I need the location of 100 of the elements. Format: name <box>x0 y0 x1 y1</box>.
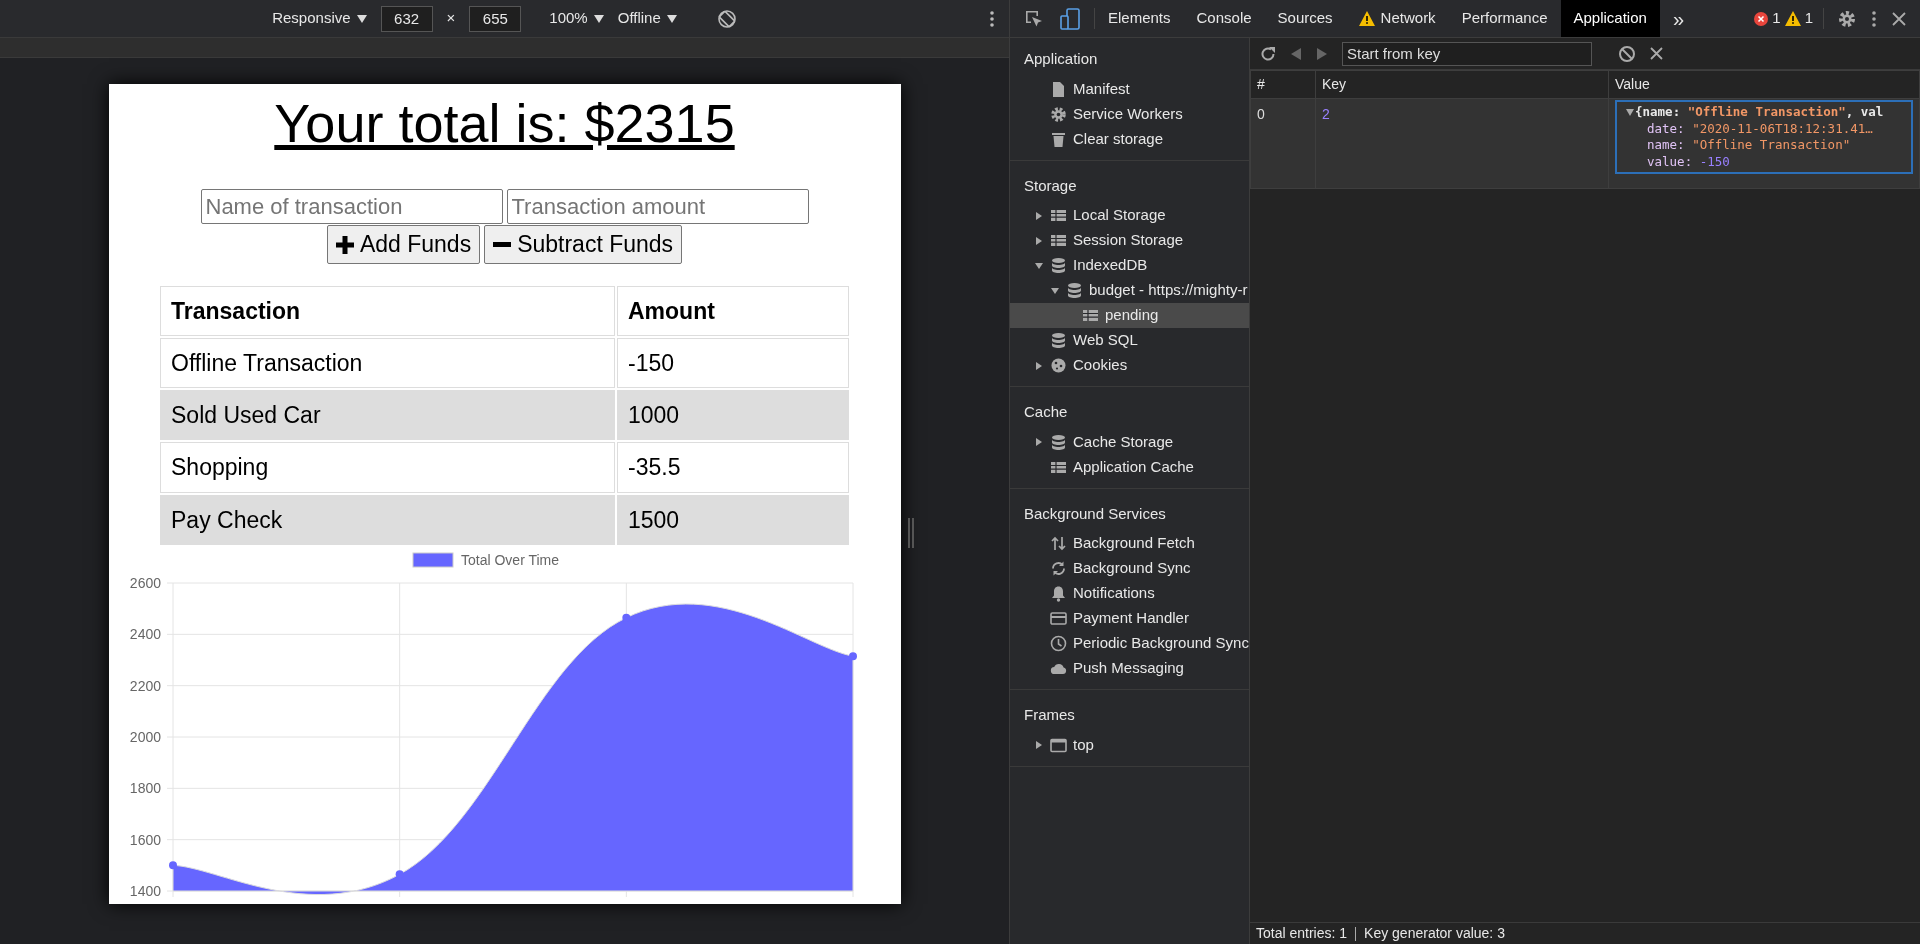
more-options-icon[interactable] <box>1872 10 1876 27</box>
up-down-arrows-icon <box>1050 535 1067 552</box>
sidebar-item[interactable]: Local Storage <box>1010 203 1249 228</box>
column-header: Transaction <box>160 285 615 337</box>
table-icon <box>1050 207 1067 224</box>
expanded-arrow-icon[interactable] <box>1625 107 1635 117</box>
transaction-amount-field[interactable]: Transaction amount <box>506 189 809 225</box>
object-field: value: -150 <box>1625 153 1903 170</box>
warning-icon <box>1784 11 1801 26</box>
expanded-arrow-icon[interactable] <box>1034 260 1044 271</box>
devtools-tab[interactable]: Elements <box>1095 0 1184 37</box>
object-summary[interactable]: {name: "Offline Transaction", val <box>1625 104 1903 121</box>
sidebar-item[interactable]: Application Cache <box>1010 454 1249 480</box>
zoom-dropdown[interactable]: 100% <box>549 7 604 30</box>
sidebar-item[interactable]: top <box>1010 732 1249 758</box>
column-header: Value <box>1608 70 1920 99</box>
table-cell: 1500 <box>617 494 849 545</box>
data-point <box>395 870 404 879</box>
caret-icon <box>666 14 677 23</box>
close-icon[interactable] <box>1892 11 1906 26</box>
table-cell: 1000 <box>617 390 849 441</box>
total-entries: Total entries: 1 <box>1256 924 1348 943</box>
sync-icon <box>1050 560 1067 577</box>
devtools-tab[interactable]: Performance <box>1448 0 1561 37</box>
trash-icon <box>1050 130 1067 148</box>
settings-icon[interactable] <box>1838 9 1856 28</box>
collapsed-arrow-icon[interactable] <box>1034 235 1044 246</box>
collapsed-arrow-icon[interactable] <box>1034 210 1044 221</box>
sidebar-item[interactable]: pending <box>1010 303 1249 328</box>
sidebar-item[interactable]: Clear storage <box>1010 126 1249 152</box>
object-field: name: "Offline Transaction" <box>1625 137 1903 154</box>
devtools-tab[interactable]: Application <box>1560 0 1660 37</box>
error-icon <box>1754 11 1769 26</box>
next-icon[interactable] <box>1316 46 1328 61</box>
value-cell[interactable]: {name: "Offline Transaction", val date: "2020-11-06T18:12:31.41… name: "Offline Transaction" value: -150 <box>1615 100 1913 174</box>
y-axis-label: 2200 <box>129 677 161 694</box>
sidebar-item[interactable]: Service Workers <box>1010 101 1249 127</box>
resize-handle[interactable] <box>908 518 914 548</box>
data-point <box>621 613 630 622</box>
expanded-arrow-icon[interactable] <box>1050 285 1060 296</box>
device-toolbar-icon[interactable] <box>1060 7 1080 30</box>
width-field[interactable]: 632 <box>380 5 433 32</box>
total-heading: Your total is: $2315 <box>273 94 736 154</box>
database-icon <box>1050 433 1067 451</box>
database-icon <box>1050 257 1067 274</box>
table-icon <box>1082 307 1099 324</box>
collapsed-arrow-icon[interactable] <box>1034 360 1044 371</box>
file-icon <box>1050 80 1067 98</box>
device-dropdown[interactable]: Responsive <box>272 7 367 30</box>
sidebar-item[interactable]: Session Storage <box>1010 228 1249 253</box>
y-axis-label: 1600 <box>129 831 161 848</box>
bell-icon <box>1050 585 1067 602</box>
rotate-icon[interactable] <box>716 8 737 29</box>
sidebar-item[interactable]: Web SQL <box>1010 328 1249 353</box>
more-options-icon[interactable] <box>990 11 994 27</box>
previous-icon[interactable] <box>1290 46 1302 61</box>
section-heading: Storage <box>1023 175 1078 196</box>
warning-count: 1 <box>1804 8 1813 29</box>
clear-icon[interactable] <box>1618 44 1636 63</box>
table-cell: Shopping <box>160 442 615 493</box>
refresh-icon[interactable] <box>1260 45 1276 62</box>
y-axis-label: 2600 <box>129 574 161 591</box>
add-funds-button[interactable]: Add Funds <box>326 225 481 264</box>
sidebar-item[interactable]: budget - https://mighty-r <box>1010 278 1249 303</box>
sidebar-item[interactable]: Notifications <box>1010 581 1249 606</box>
column-header: Amount <box>617 285 849 337</box>
sidebar-item[interactable]: Background Sync <box>1010 556 1249 581</box>
index-cell: 0 <box>1250 98 1316 189</box>
sidebar-item[interactable]: Payment Handler <box>1010 606 1249 631</box>
window-icon <box>1050 736 1067 754</box>
devtools-tab[interactable]: Sources <box>1264 0 1346 37</box>
database-icon <box>1066 282 1083 299</box>
sidebar-item[interactable]: Background Fetch <box>1010 531 1249 556</box>
sidebar-item[interactable]: Periodic Background Sync <box>1010 631 1249 656</box>
delete-icon[interactable] <box>1650 47 1663 60</box>
sidebar-item[interactable]: Cookies <box>1010 353 1249 378</box>
height-field[interactable]: 655 <box>469 5 522 32</box>
y-axis-label: 1800 <box>129 780 161 797</box>
caret-icon <box>356 14 367 23</box>
sidebar-item[interactable]: Cache Storage <box>1010 429 1249 455</box>
devtools-tab[interactable]: Network <box>1345 0 1449 37</box>
subtract-funds-button[interactable]: Subtract Funds <box>484 225 683 264</box>
y-axis-label: 1400 <box>129 882 161 899</box>
legend-label[interactable]: Total Over Time <box>460 551 559 568</box>
collapsed-arrow-icon[interactable] <box>1034 740 1044 750</box>
collapsed-arrow-icon[interactable] <box>1034 437 1044 447</box>
sidebar-item[interactable]: Manifest <box>1010 76 1249 102</box>
card-icon <box>1050 610 1067 627</box>
sidebar-item[interactable]: IndexedDB <box>1010 253 1249 278</box>
object-field: date: "2020-11-06T18:12:31.41… <box>1625 120 1903 137</box>
start-key-field[interactable]: Start from key <box>1342 41 1592 66</box>
transaction-name-field[interactable]: Name of transaction <box>200 189 503 225</box>
throttling-dropdown[interactable]: Offline <box>617 7 677 30</box>
clock-icon <box>1050 635 1067 652</box>
devtools-tab[interactable]: Console <box>1183 0 1265 37</box>
section-heading: Application <box>1023 49 1099 69</box>
sidebar-item[interactable]: Push Messaging <box>1010 656 1249 681</box>
more-tabs-button[interactable]: » <box>1659 0 1697 37</box>
inspect-icon[interactable] <box>1024 8 1044 29</box>
table-cell: -35.5 <box>617 442 849 493</box>
